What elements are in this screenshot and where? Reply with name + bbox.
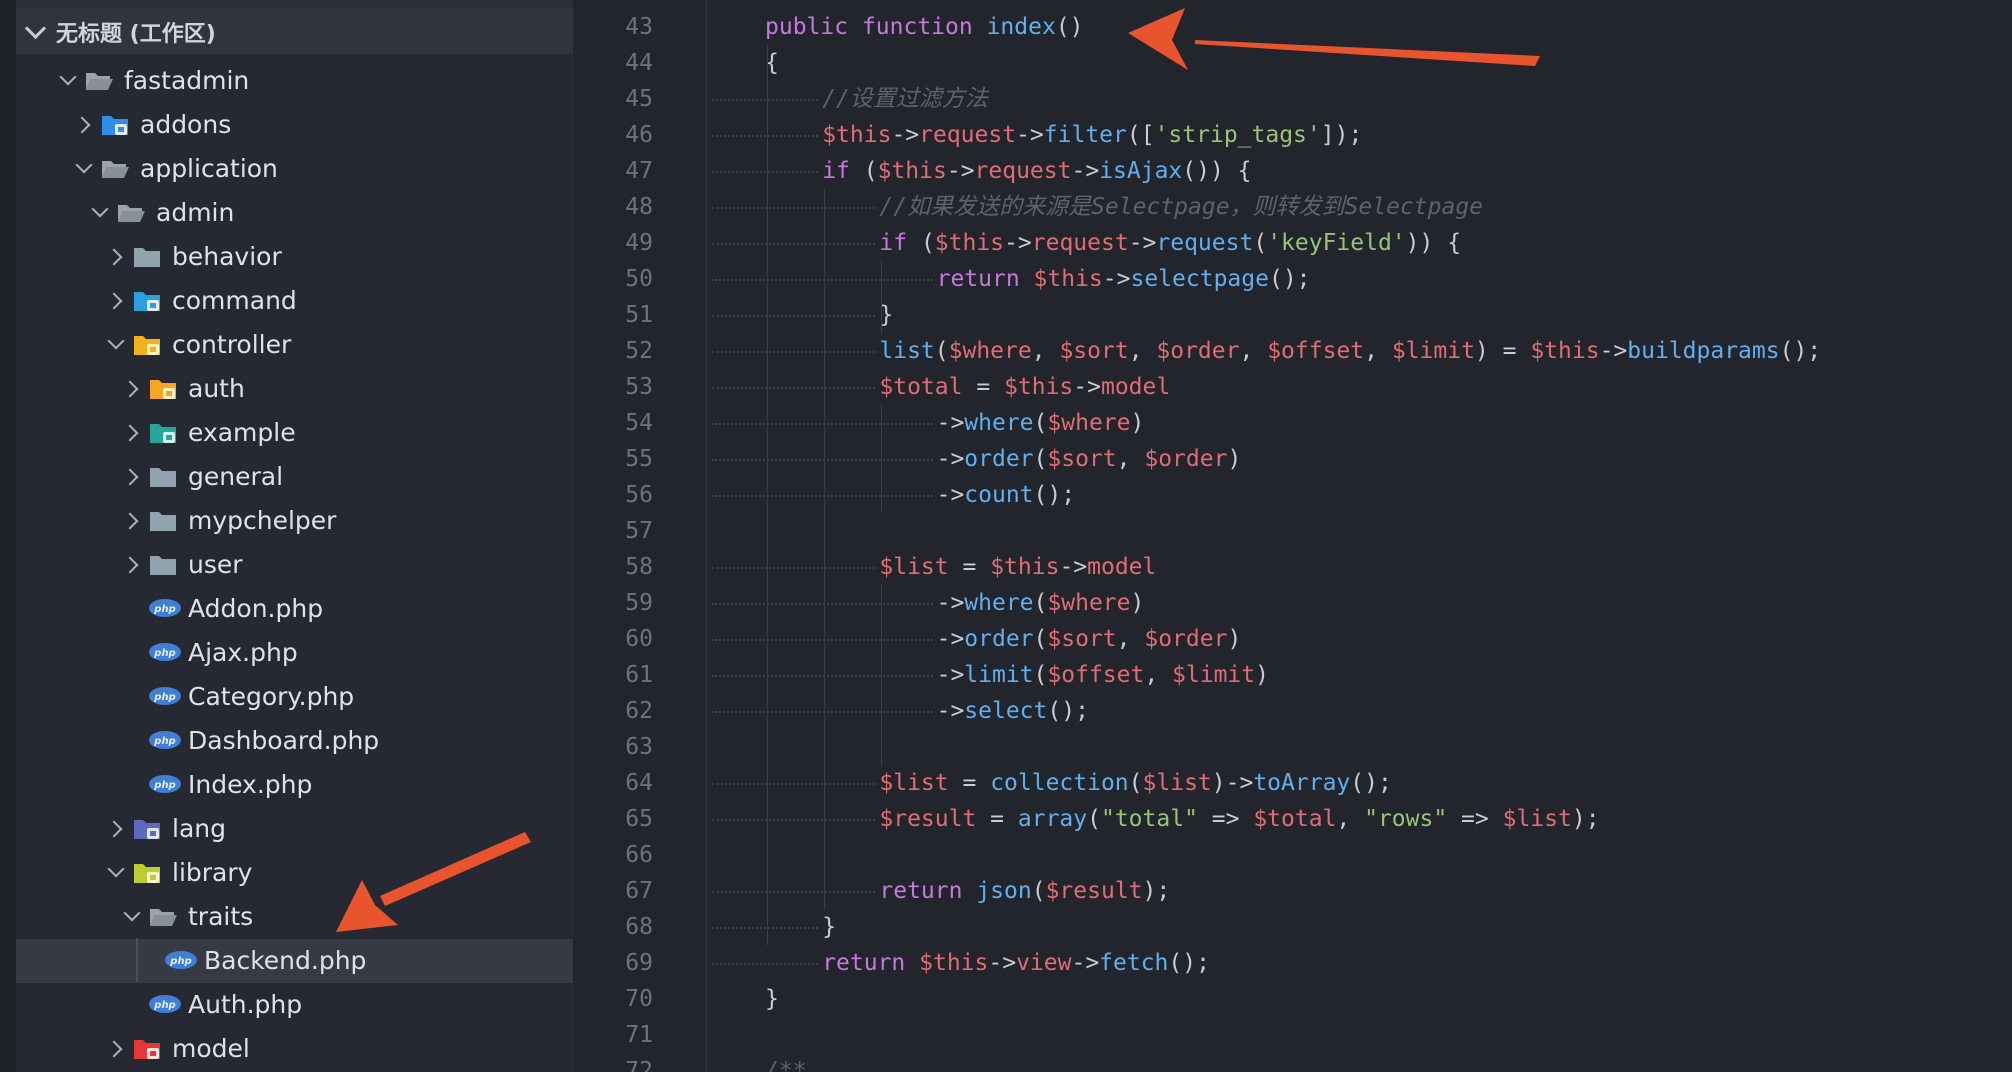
arrow-to-backend-file [336,832,531,932]
arrow-to-index-function [1128,8,1540,70]
annotation-arrows [336,8,1540,932]
